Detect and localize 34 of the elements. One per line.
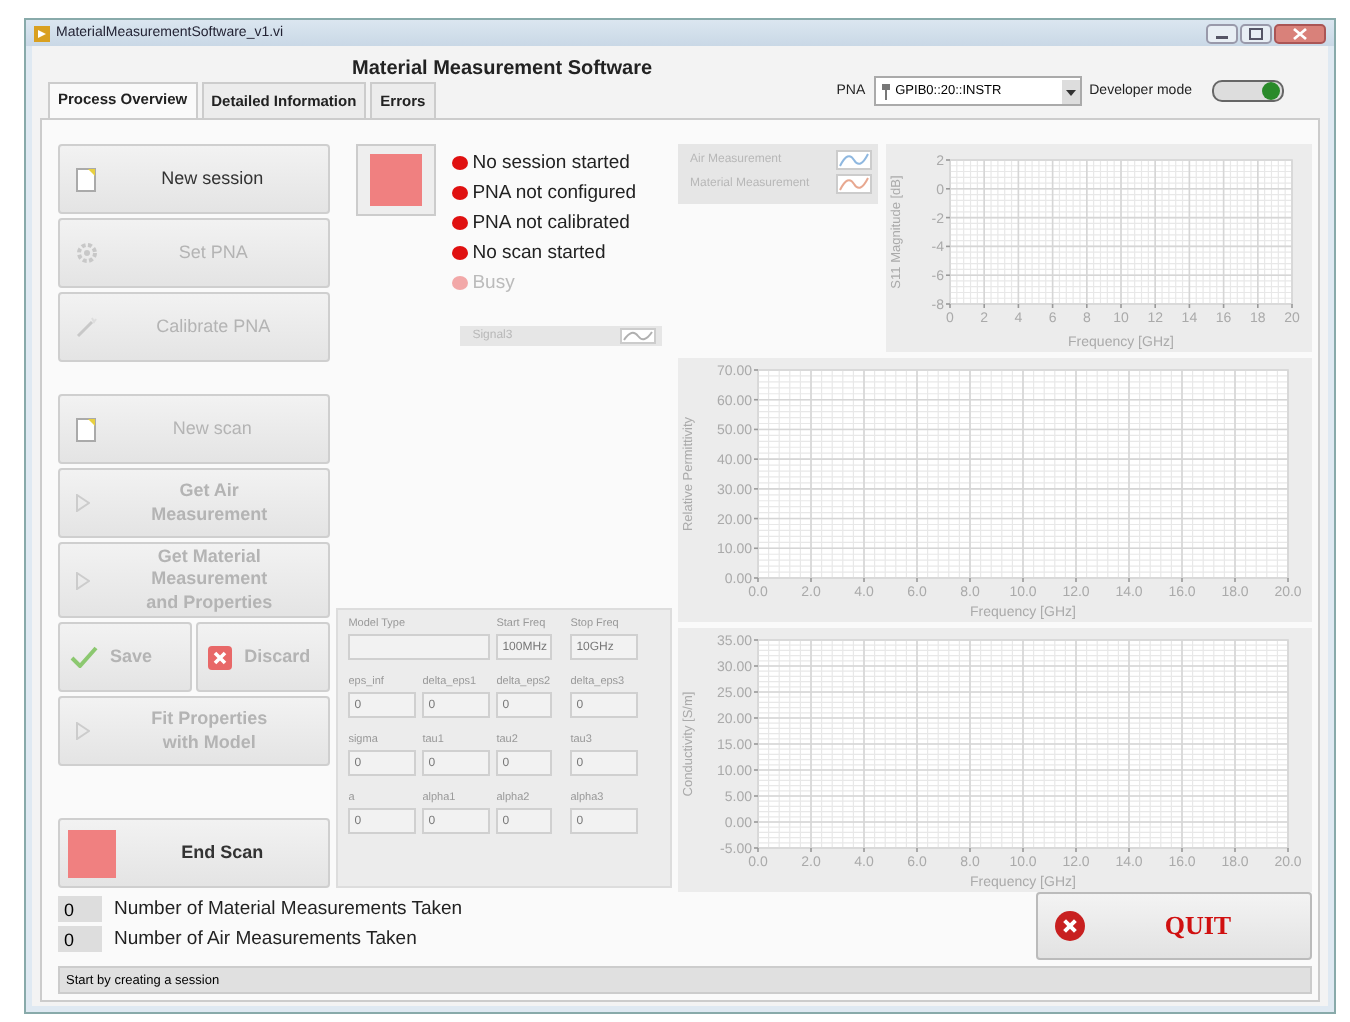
play-icon [76, 722, 90, 740]
minimize-icon[interactable] [1206, 23, 1238, 43]
play-icon [76, 494, 90, 512]
status-text: No session started [472, 152, 630, 174]
x-icon [208, 645, 233, 669]
close-icon[interactable] [1274, 23, 1326, 43]
line-style-icon [836, 174, 872, 194]
maximize-icon[interactable] [1240, 23, 1272, 43]
note-icon [76, 167, 96, 191]
wand-icon [76, 316, 98, 338]
line-style-icon [836, 150, 872, 170]
gear-icon [76, 242, 98, 264]
note-icon [76, 417, 96, 441]
play-icon [76, 571, 90, 589]
app-icon [34, 25, 50, 41]
quit-button[interactable]: QUIT [1036, 892, 1312, 960]
count-label: Number of Air Measurements Taken [114, 928, 417, 950]
app-title: Material Measurement Software [352, 58, 653, 80]
close-icon [1054, 910, 1086, 942]
count-display: 0 [58, 896, 102, 922]
developer-mode-toggle[interactable] [1212, 80, 1284, 102]
status-text: PNA not calibrated [472, 212, 630, 234]
status-text: Busy [472, 272, 515, 294]
stop-icon [68, 829, 116, 877]
count-display: 0 [58, 926, 102, 952]
status-text: No scan started [472, 242, 606, 264]
count-label: Number of Material Measurements Taken [114, 898, 463, 920]
model-type-field[interactable] [348, 634, 491, 660]
check-icon [70, 646, 98, 668]
plug-icon [879, 81, 892, 101]
action-button[interactable]: End Scan [58, 818, 331, 888]
action-button[interactable]: New session [58, 144, 331, 214]
line-style-icon [620, 328, 657, 344]
status-text: PNA not configured [472, 182, 637, 204]
